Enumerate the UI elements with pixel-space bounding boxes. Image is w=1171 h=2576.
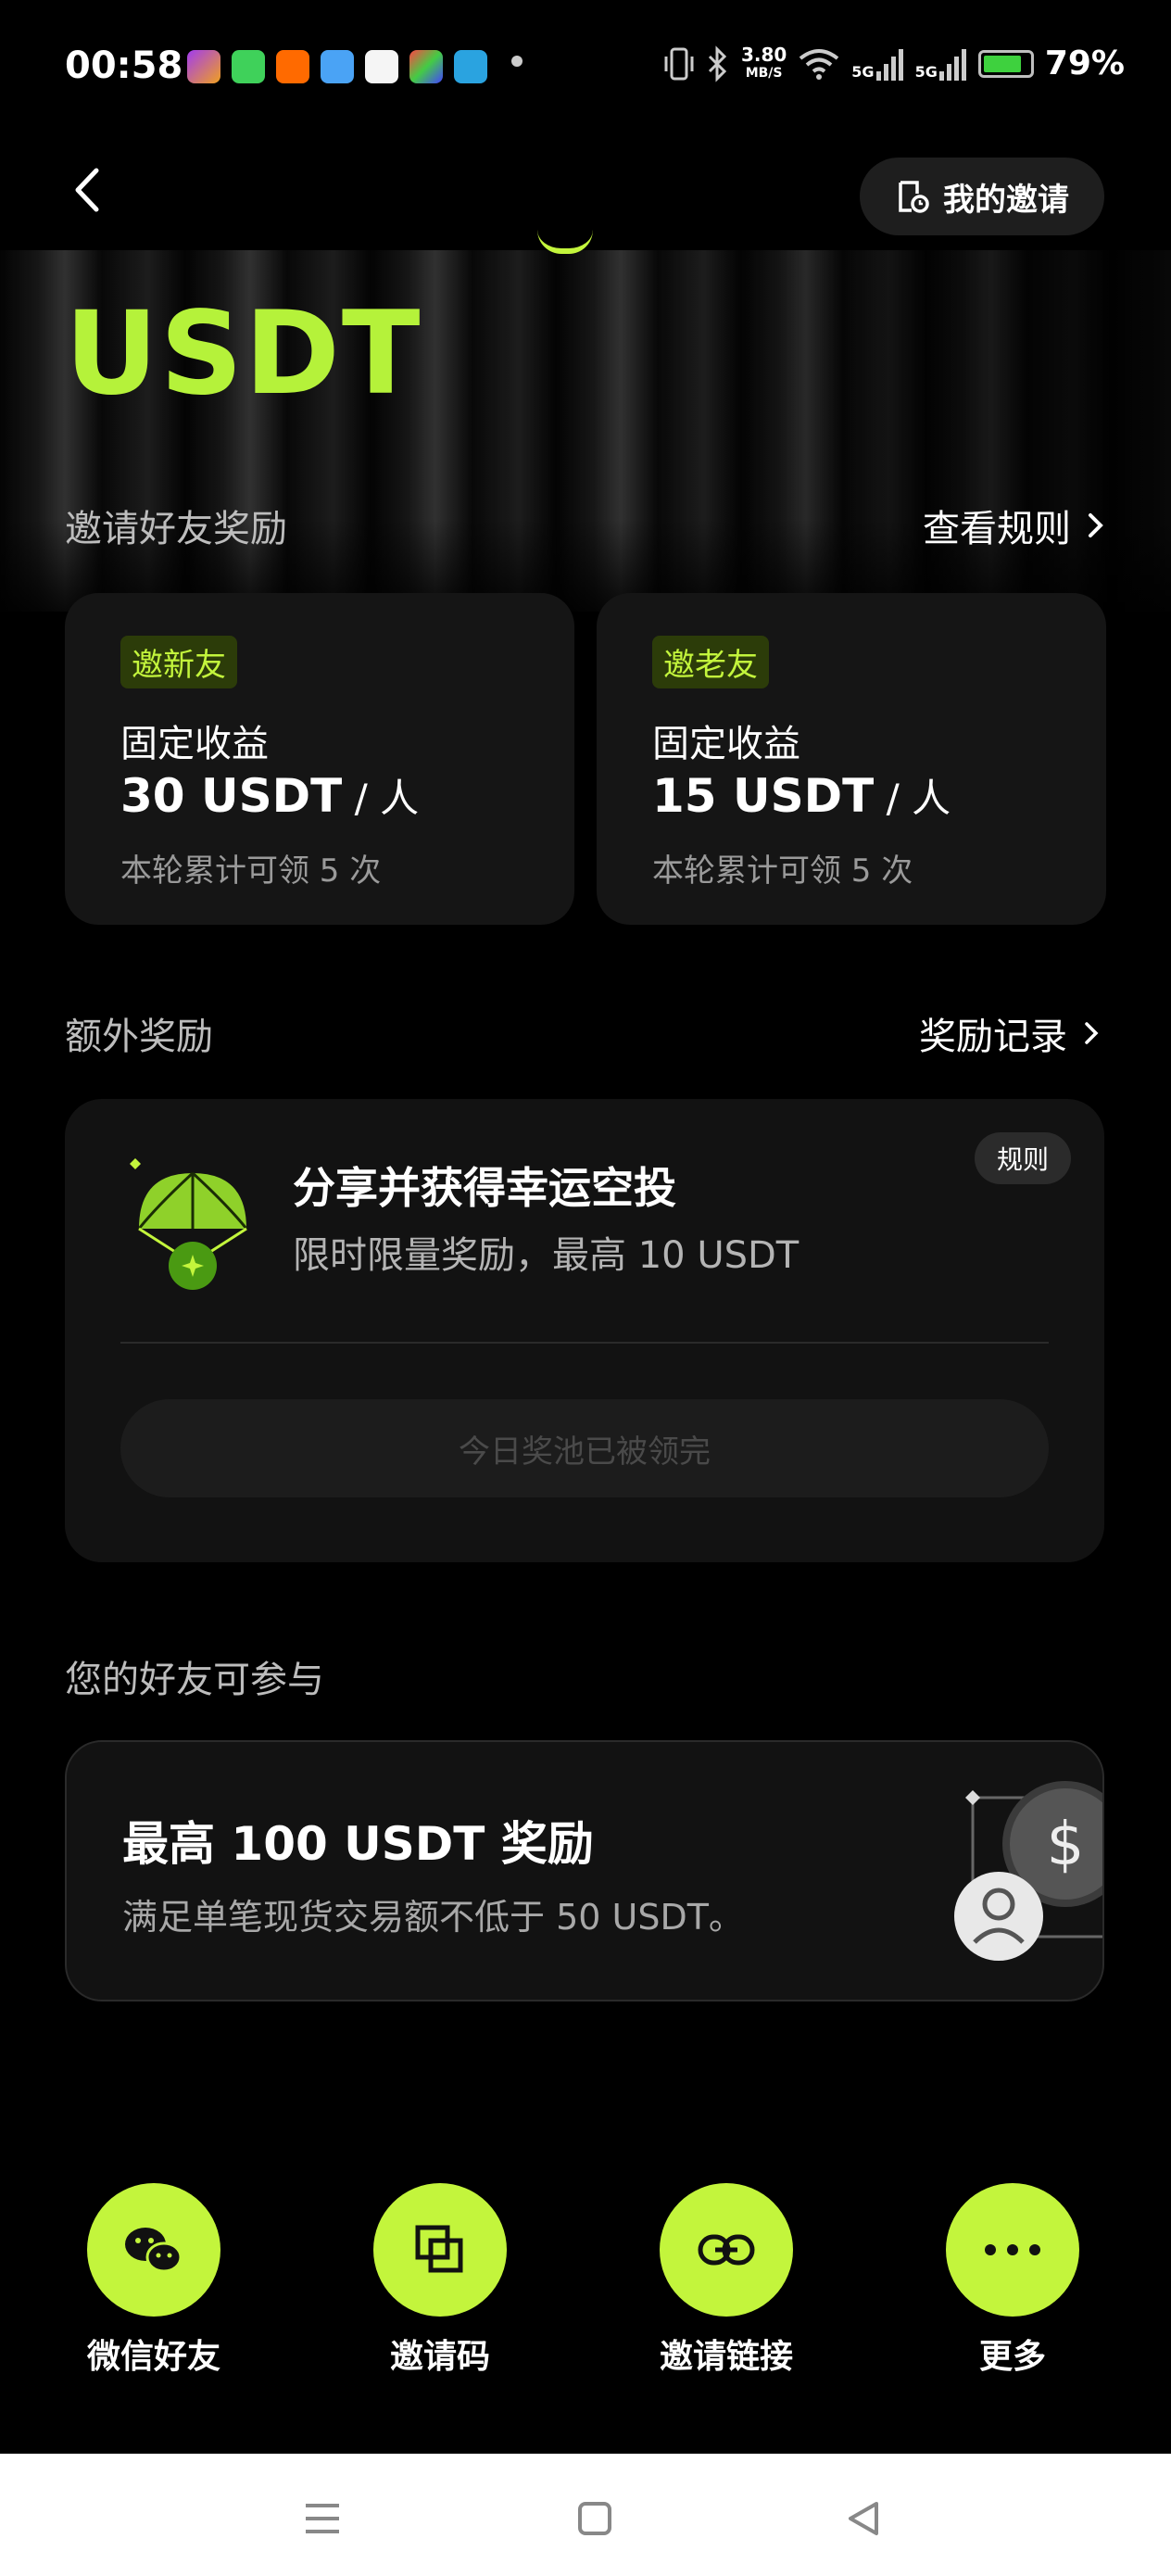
bank-app-icon	[187, 50, 220, 83]
friends-reward-card: 最高 100 USDT 奖励 满足单笔现货交易额不低于 50 USDT。 $	[65, 1740, 1104, 2001]
share-invite-code-button[interactable]: 邀请码	[324, 2183, 556, 2378]
card-subtitle: 固定收益	[120, 723, 269, 765]
system-nav-bar	[0, 2454, 1171, 2576]
wechat-icon	[125, 2228, 183, 2273]
menu-icon	[306, 2504, 339, 2533]
divider	[120, 1342, 1049, 1344]
game-app-icon	[365, 50, 398, 83]
invite-new-friend-card: 邀新友 固定收益 30 USDT / 人 本轮累计可领 5 次	[65, 593, 574, 925]
hero-title: USDT	[65, 287, 422, 421]
signal-bars-icon	[875, 48, 903, 81]
back-button[interactable]	[65, 158, 111, 222]
view-rules-link[interactable]: 查看规则	[923, 499, 1106, 552]
chevron-right-icon	[1085, 1022, 1099, 1044]
card-subtitle: 固定收益	[652, 723, 800, 765]
my-invite-label: 我的邀请	[943, 181, 1069, 219]
chevron-left-icon	[75, 168, 99, 212]
invite-old-friend-card: 邀老友 固定收益 15 USDT / 人 本轮累计可领 5 次	[597, 593, 1106, 925]
user-dollar-illustration: $	[954, 1781, 1102, 1961]
invite-record-icon	[899, 181, 929, 213]
airdrop-title: 分享并获得幸运空投	[293, 1163, 676, 1213]
card-amount: 15 USDT / 人	[652, 769, 951, 823]
home-square-icon	[578, 2502, 611, 2535]
wifi-icon	[800, 48, 839, 80]
friends-section-label: 您的好友可参与	[65, 1659, 324, 1701]
extra-section-label: 额外奖励	[65, 1016, 213, 1058]
telegram-app-icon	[454, 50, 487, 83]
nav-back-button[interactable]	[836, 2491, 891, 2546]
network-speed: 3.80 MB/S	[740, 43, 787, 81]
status-bar: 00:58 3.80 MB/S 5G 5G 79%	[0, 0, 1171, 139]
status-indicators: 3.80 MB/S 5G 5G 79%	[663, 44, 1125, 82]
card-amount: 30 USDT / 人	[120, 769, 420, 823]
claim-airdrop-button[interactable]: 今日奖池已被领完	[120, 1399, 1049, 1497]
taobao-app-icon	[276, 50, 309, 83]
parachute-icon	[130, 1158, 248, 1290]
signal-2: 5G	[915, 47, 967, 81]
more-notifications-dot	[511, 56, 523, 67]
chevron-right-icon	[1089, 513, 1103, 537]
share-invite-link-button[interactable]: 邀请链接	[611, 2183, 842, 2378]
share-more-button[interactable]: 更多	[897, 2183, 1128, 2378]
friends-reward-description: 满足单笔现货交易额不低于 50 USDT。	[122, 1897, 744, 1938]
status-time: 00:58	[65, 44, 183, 87]
nav-menu-button[interactable]	[295, 2491, 350, 2546]
my-invite-button[interactable]: 我的邀请	[860, 158, 1104, 235]
card-note: 本轮累计可领 5 次	[120, 852, 382, 890]
battery-icon	[977, 49, 1034, 78]
link-icon	[698, 2234, 755, 2266]
signal-1: 5G	[851, 47, 903, 81]
invite-section-label: 邀请好友奖励	[65, 508, 287, 550]
card-tag: 邀新友	[120, 636, 237, 688]
weather-app-icon	[321, 50, 354, 83]
bluetooth-icon	[708, 44, 727, 82]
airdrop-card: 规则 分享并获得幸运空投 限时限量奖励，最高 10 USDT 今日奖池已被领完	[65, 1099, 1104, 1562]
airdrop-description: 限时限量奖励，最高 10 USDT	[293, 1234, 800, 1277]
reward-records-link[interactable]: 奖励记录	[919, 1006, 1101, 1060]
more-icon	[985, 2244, 1040, 2255]
signal-bars-icon	[938, 48, 966, 81]
photos-app-icon	[409, 50, 443, 83]
svg-text:$: $	[1047, 1811, 1085, 1879]
copy-icon	[415, 2225, 463, 2273]
messages-app-icon	[232, 50, 265, 83]
card-note: 本轮累计可领 5 次	[652, 852, 913, 890]
airdrop-rules-button[interactable]: 规则	[975, 1132, 1071, 1184]
back-triangle-icon	[849, 2502, 878, 2535]
share-wechat-button[interactable]: 微信好友	[38, 2183, 270, 2378]
notification-icons	[187, 50, 487, 83]
friends-reward-title: 最高 100 USDT 奖励	[122, 1817, 594, 1871]
card-tag: 邀老友	[652, 636, 769, 688]
battery-percent: 79%	[1044, 44, 1125, 82]
vibrate-icon	[664, 47, 694, 80]
nav-home-button[interactable]	[567, 2491, 623, 2546]
